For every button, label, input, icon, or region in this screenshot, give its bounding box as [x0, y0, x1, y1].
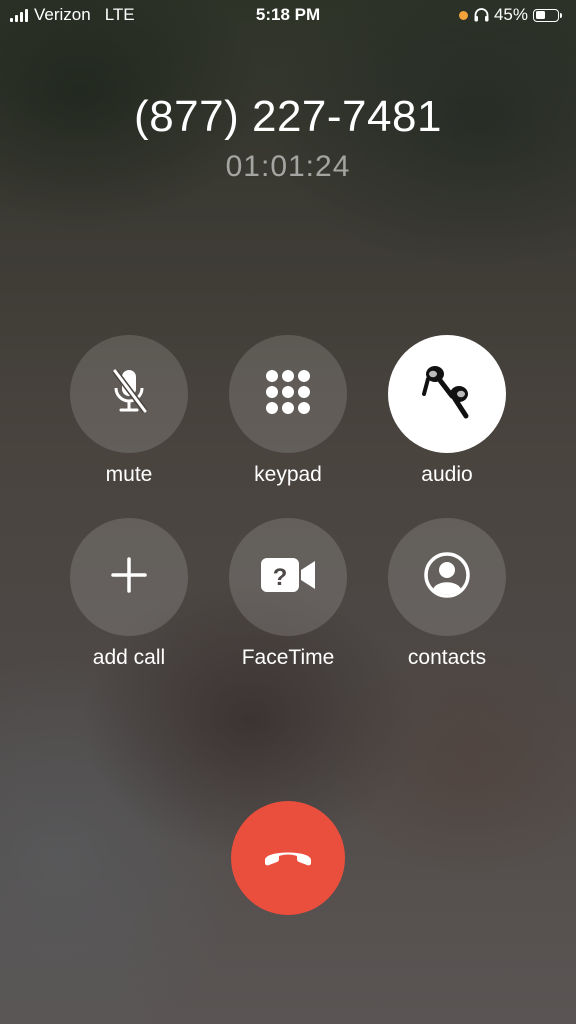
facetime-button[interactable]: ? FaceTime: [213, 518, 363, 670]
battery-fill: [535, 11, 545, 19]
privacy-indicator-dot: [458, 10, 468, 20]
add-call-circle[interactable]: [70, 518, 188, 636]
audio-circle[interactable]: [388, 335, 506, 453]
mute-label: mute: [105, 463, 153, 486]
keypad-button[interactable]: keypad: [213, 335, 363, 487]
status-bar: Verizon LTE 5:18 PM 45%: [0, 0, 576, 32]
contacts-circle[interactable]: [388, 518, 506, 636]
audio-button[interactable]: audio: [372, 335, 522, 487]
contacts-label: contacts: [407, 646, 487, 669]
facetime-unknown-icon: ?: [259, 556, 317, 599]
keypad-icon: [264, 368, 312, 421]
plus-icon: [109, 555, 149, 600]
mute-circle[interactable]: [70, 335, 188, 453]
contacts-icon: [423, 551, 471, 604]
end-call-icon: [261, 844, 315, 873]
svg-text:?: ?: [273, 564, 288, 591]
caller-number: (877) 227-7481: [134, 92, 442, 141]
headphones-icon: [474, 8, 489, 22]
mic-slash-icon: [107, 367, 151, 422]
status-bar-right: 45%: [458, 5, 562, 25]
battery-tip: [560, 12, 562, 18]
audio-label: audio: [421, 463, 473, 486]
mute-button[interactable]: mute: [54, 335, 204, 487]
battery-percent: 45%: [493, 5, 528, 24]
keypad-circle[interactable]: [229, 335, 347, 453]
end-call-button[interactable]: [231, 801, 345, 915]
facetime-label: FaceTime: [241, 646, 335, 669]
airpods-icon: [422, 364, 472, 425]
battery-icon: [533, 8, 559, 22]
facetime-circle[interactable]: ?: [229, 518, 347, 636]
add-call-label: add call: [92, 646, 166, 669]
contacts-button[interactable]: contacts: [372, 518, 522, 670]
call-duration: 01:01:24: [225, 150, 351, 183]
add-call-button[interactable]: add call: [54, 518, 204, 670]
keypad-label: keypad: [254, 463, 322, 486]
